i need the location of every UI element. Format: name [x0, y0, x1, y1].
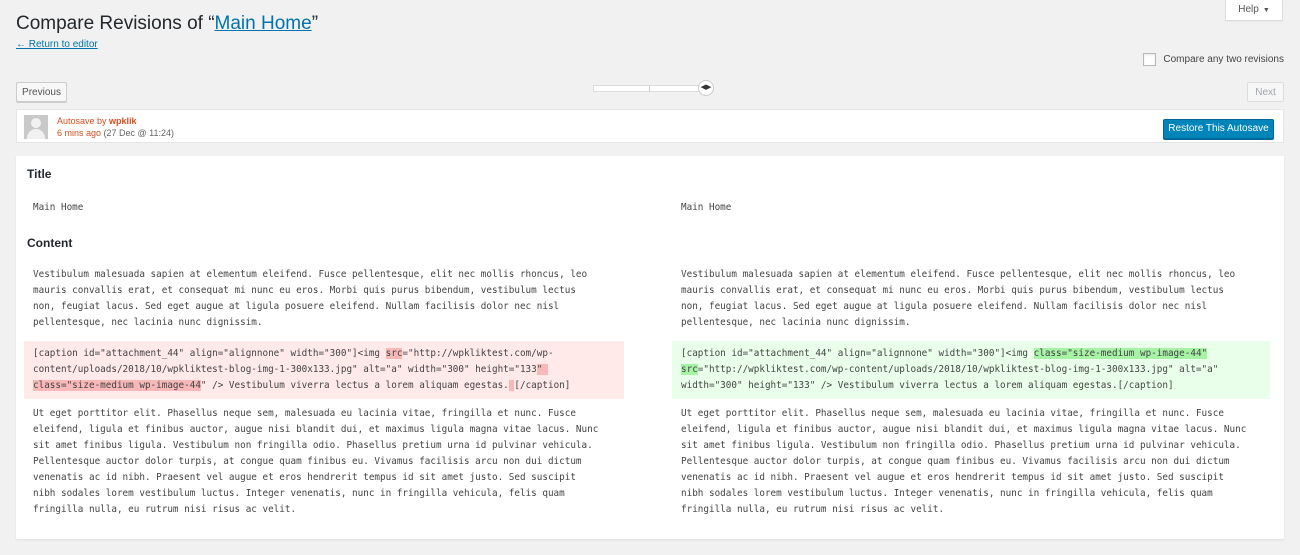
return-to-editor-link[interactable]: ← Return to editor	[16, 39, 98, 50]
left-paragraph-1: Vestibulum malesuada sapien at elementum…	[33, 267, 623, 331]
revision-author-line: Autosave by wpklik	[57, 116, 137, 126]
page-title: Compare Revisions of “Main Home”	[16, 13, 318, 35]
compare-two-checkbox[interactable]	[1143, 53, 1157, 66]
post-title-link[interactable]: Main Home	[215, 13, 312, 34]
text-line: eleifend, ligula et finibus auctor, augu…	[681, 424, 1247, 435]
text-line: pellentesque, nec lacinia nunc dignissim…	[33, 317, 263, 328]
previous-button[interactable]: Previous	[16, 82, 67, 102]
text-line: eleifend, ligula et finibus auctor, augu…	[33, 424, 599, 435]
deleted-text: class="size-medium wp-image-44	[33, 380, 201, 391]
triangle-down-icon: ▼	[1262, 7, 1270, 14]
left-right-arrows-icon[interactable]: ◀▶	[698, 80, 714, 96]
help-button[interactable]: Help ▼	[1225, 0, 1283, 21]
text: ="http://wpkliktest.com/wp-content/uploa…	[697, 364, 1219, 375]
text: ="http://wpkliktest.com/wp-	[402, 348, 554, 359]
added-text: class="size-medium wp-image-44"	[1033, 348, 1208, 359]
revision-author: wpklik	[109, 116, 137, 126]
content-heading: Content	[27, 236, 73, 250]
text: [/caption]	[514, 380, 571, 391]
deleted-text: src	[385, 348, 403, 359]
compare-two-revisions-toggle[interactable]: Compare any two revisions	[1143, 53, 1284, 66]
text-line: venenatis ac id nibh. Praesent vel augue…	[681, 472, 1224, 483]
text-line: fringilla nulla, eu rutrum nisi risus ac…	[681, 504, 945, 515]
text-line: Pellentesque auctor dolor turpis, at con…	[33, 456, 582, 467]
text-line: mauris convallis erat, et consequat mi n…	[681, 285, 1224, 296]
next-button[interactable]: Next	[1247, 82, 1284, 102]
text-line: fringilla nulla, eu rutrum nisi risus ac…	[33, 504, 297, 515]
text-line: Vestibulum malesuada sapien at elementum…	[681, 269, 1236, 280]
text-line: sit amet finibus ligula. Vestibulum non …	[33, 440, 593, 451]
text-line: venenatis ac id nibh. Praesent vel augue…	[33, 472, 576, 483]
added-text: src	[681, 364, 698, 375]
revision-type: Autosave by	[57, 116, 110, 126]
slider-tick	[649, 86, 650, 92]
right-paragraph-1: Vestibulum malesuada sapien at elementum…	[681, 267, 1271, 331]
text-line: nibh sodales lorem vestibulum luctus. In…	[681, 488, 1213, 499]
page-title-suffix: ”	[311, 13, 319, 34]
revision-relative-time: 6 mins ago	[57, 128, 102, 138]
text-line: Ut eget porttitor elit. Phasellus neque …	[681, 408, 1224, 419]
text-line: non, feugiat lacus. Sed eget augue at li…	[681, 301, 1208, 312]
revision-date: (27 Dec @ 11:24)	[101, 128, 175, 138]
text-line: sit amet finibus ligula. Vestibulum non …	[681, 440, 1241, 451]
text: " /> Vestibulum viverra lectus a lorem a…	[200, 380, 509, 391]
text: [caption id="attachment_44" align="align…	[681, 348, 1034, 359]
deleted-text: "	[536, 364, 548, 375]
text-line: pellentesque, nec lacinia nunc dignissim…	[681, 317, 911, 328]
right-paragraph-3: Ut eget porttitor elit. Phasellus neque …	[681, 406, 1271, 518]
avatar-head-icon	[31, 118, 41, 128]
text-line: Ut eget porttitor elit. Phasellus neque …	[33, 408, 576, 419]
restore-autosave-button[interactable]: Restore This Autosave	[1163, 119, 1274, 139]
left-caption-deleted-block: [caption id="attachment_44" align="align…	[24, 341, 624, 399]
text-line: nibh sodales lorem vestibulum luctus. In…	[33, 488, 565, 499]
text: [caption id="attachment_44" align="align…	[33, 348, 386, 359]
revision-slider[interactable]: ◀▶	[593, 80, 714, 96]
title-heading: Title	[27, 167, 52, 181]
text: content/uploads/2018/10/wpkliktest-blog-…	[33, 364, 537, 375]
revision-meta-bar: Autosave by wpklik 6 mins ago (27 Dec @ …	[16, 109, 1284, 143]
text-line: non, feugiat lacus. Sed eget augue at li…	[33, 301, 560, 312]
right-title-value: Main Home	[681, 202, 732, 213]
text-line: Vestibulum malesuada sapien at elementum…	[33, 269, 588, 280]
left-paragraph-3: Ut eget porttitor elit. Phasellus neque …	[33, 406, 623, 518]
text: width="300" height="133" /> Vestibulum v…	[681, 380, 1174, 391]
avatar	[24, 115, 48, 139]
diff-panel: Title Main Home Main Home Content Vestib…	[16, 156, 1284, 539]
page-title-prefix: Compare Revisions of “	[16, 13, 215, 34]
revision-time-line: 6 mins ago (27 Dec @ 11:24)	[57, 128, 174, 138]
text-line: mauris convallis erat, et consequat mi n…	[33, 285, 576, 296]
right-caption-added-block: [caption id="attachment_44" align="align…	[672, 341, 1270, 399]
help-label: Help	[1238, 4, 1259, 15]
left-title-value: Main Home	[33, 202, 84, 213]
text-line: Pellentesque auctor dolor turpis, at con…	[681, 456, 1230, 467]
avatar-body-icon	[27, 129, 45, 139]
compare-two-label: Compare any two revisions	[1163, 54, 1284, 65]
